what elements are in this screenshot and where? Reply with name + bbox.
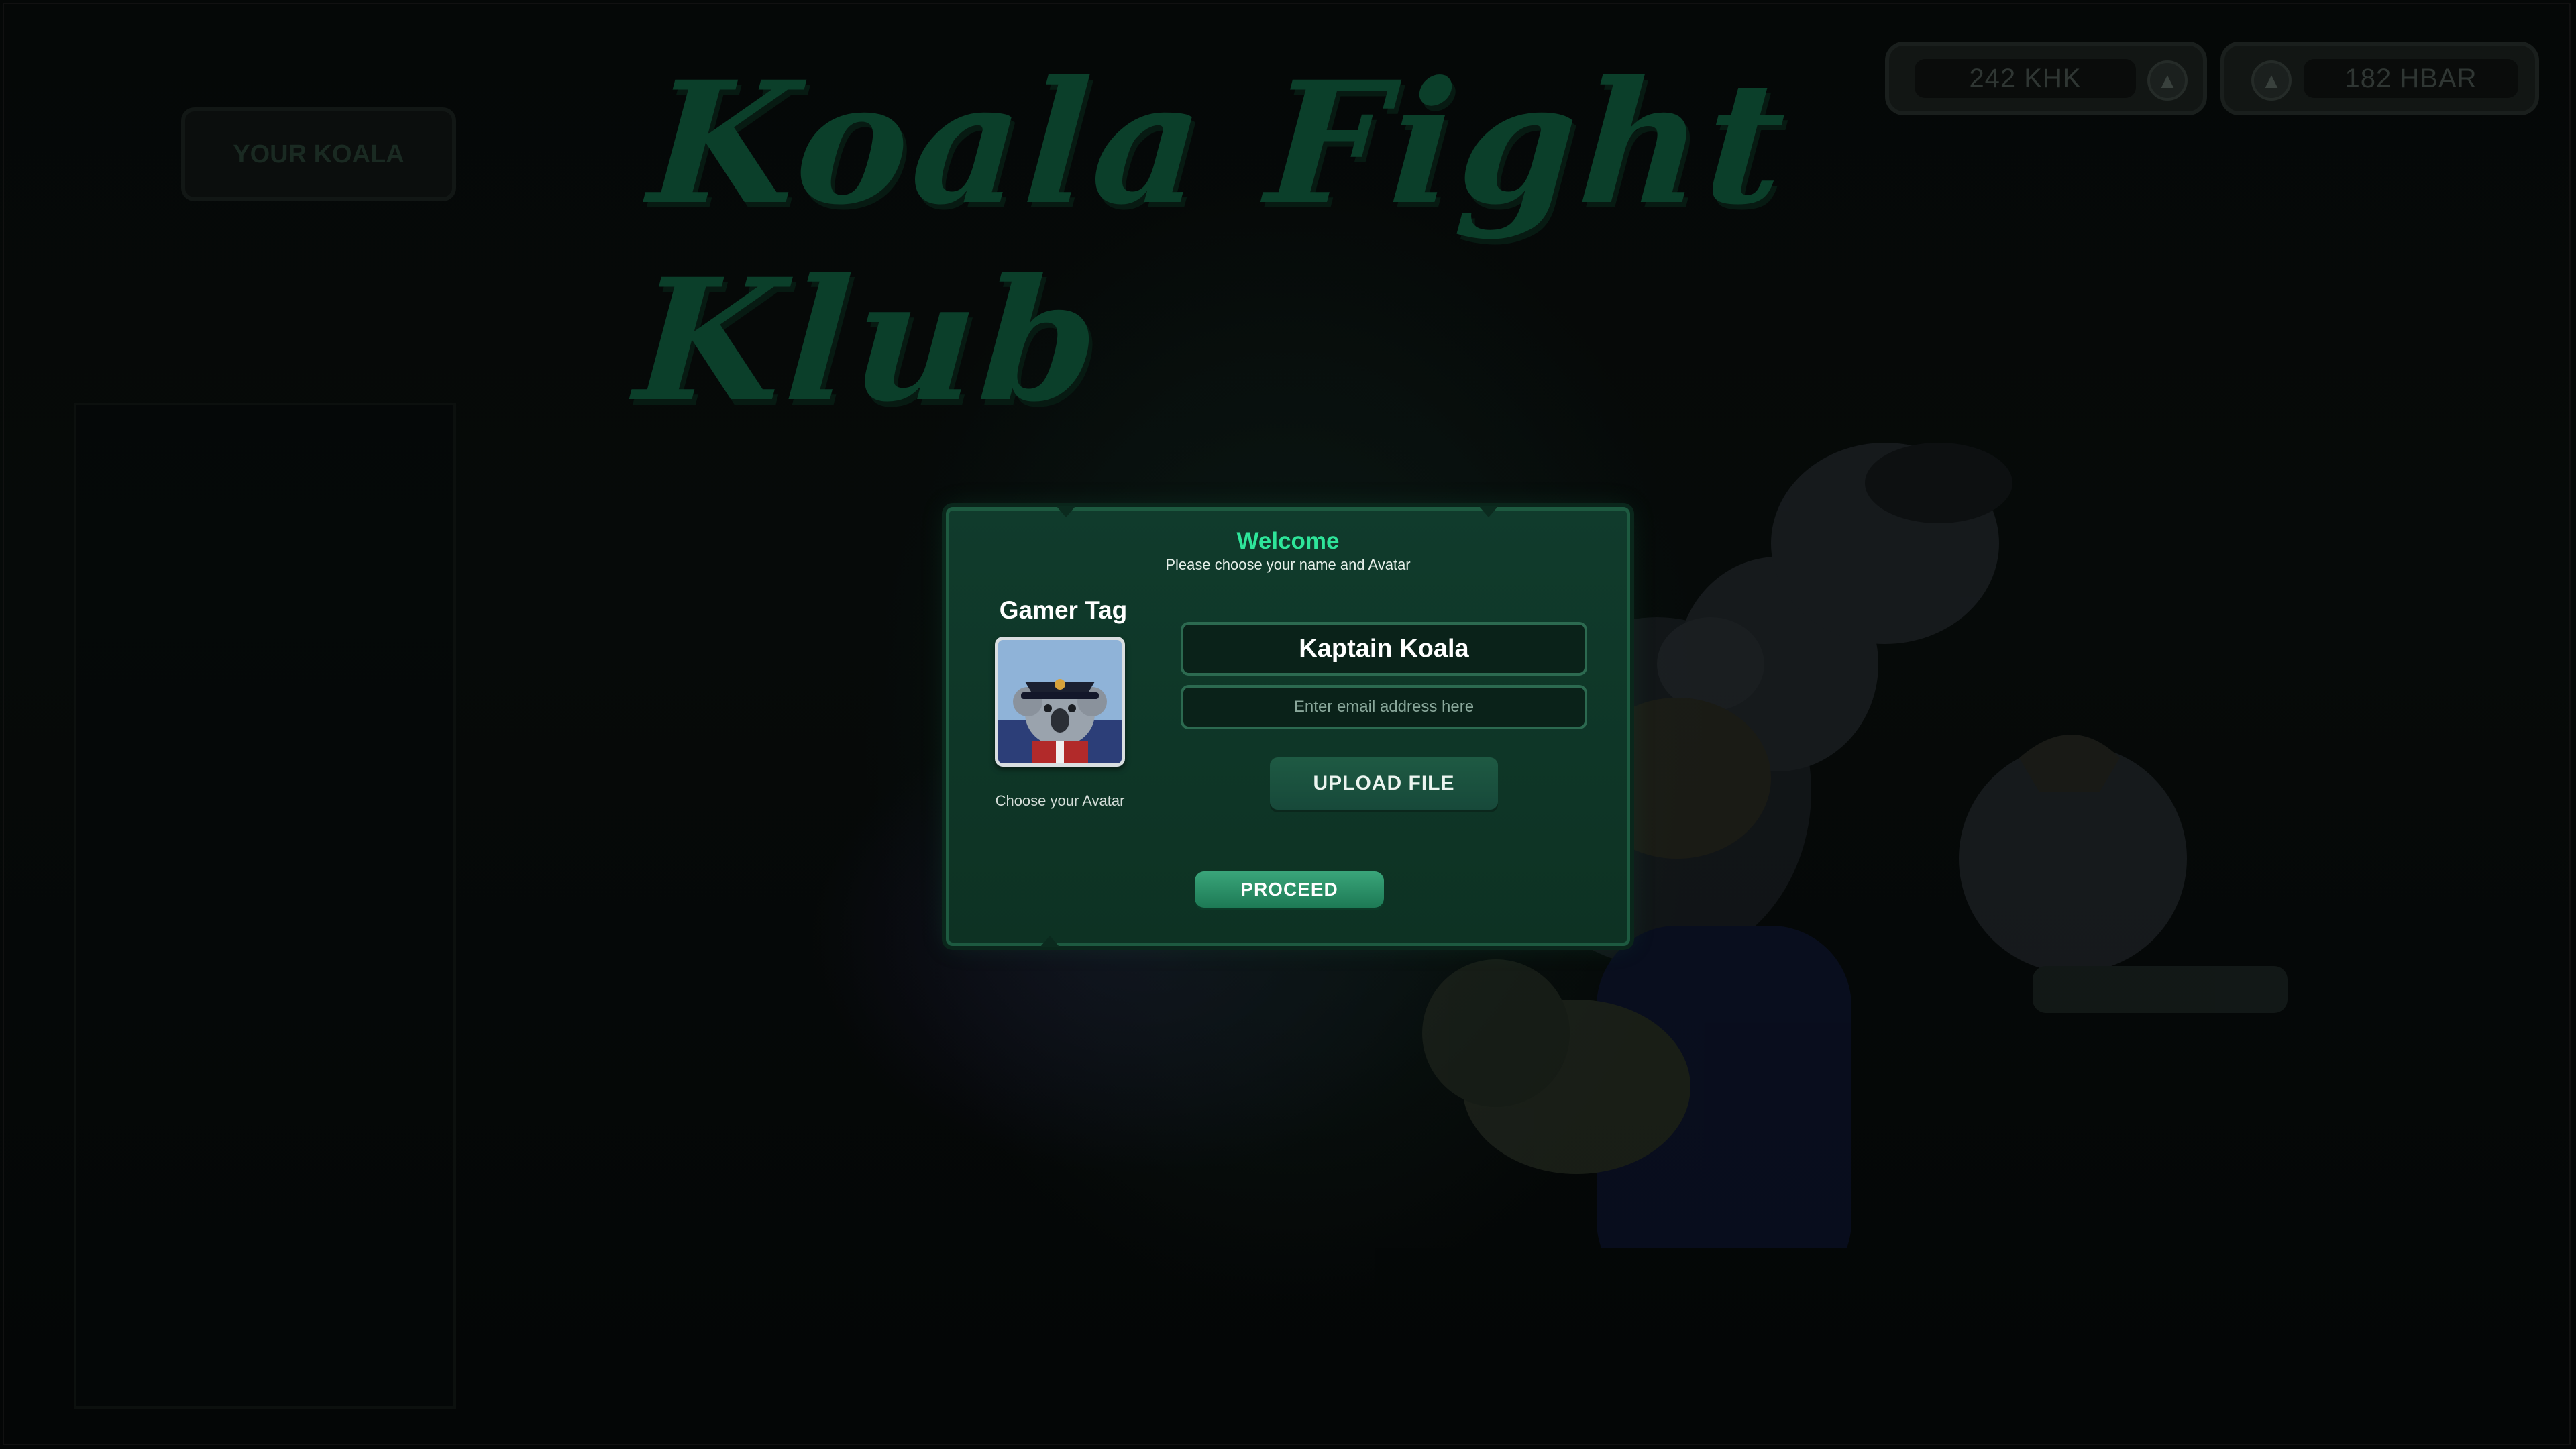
hbar-balance-value: 182 HBAR [2304, 59, 2518, 98]
welcome-dialog: Welcome Please choose your name and Avat… [946, 506, 1630, 947]
gamer-tag-label: Gamer Tag [999, 596, 1128, 624]
proceed-button[interactable]: PROCEED [1195, 871, 1384, 908]
dialog-notch [1479, 506, 1498, 517]
game-title-logo: Koala Fight Klub [630, 44, 1795, 439]
side-panel: YOUR KOALA [27, 40, 456, 1409]
koala-avatar-image [998, 640, 1122, 763]
dialog-subtitle: Please choose your name and Avatar [1165, 556, 1411, 573]
side-panel-tab-label: YOUR KOALA [233, 140, 405, 168]
dialog-title: Welcome [1236, 528, 1340, 554]
dialog-notch [1057, 506, 1075, 517]
upload-file-button[interactable]: UPLOAD FILE [1270, 757, 1498, 810]
hbar-coin-icon: ▲ [2147, 60, 2188, 101]
side-panel-box [74, 402, 456, 1409]
avatar-picker[interactable] [995, 637, 1125, 767]
dialog-notch [1040, 936, 1059, 947]
side-panel-tab: YOUR KOALA [181, 107, 456, 201]
choose-avatar-label: Choose your Avatar [995, 792, 1125, 809]
email-field[interactable] [1181, 685, 1587, 729]
hbar-coin-icon: ▲ [2251, 60, 2292, 101]
hbar-balance-pill: ▲ 182 HBAR [2220, 42, 2539, 115]
gamer-tag-input[interactable] [1181, 622, 1587, 676]
